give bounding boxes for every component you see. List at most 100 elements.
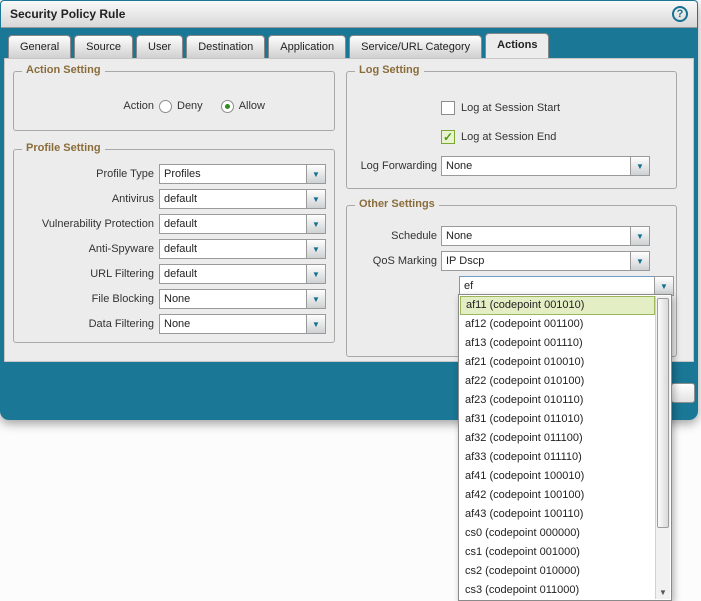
url-filtering-value: default: [164, 268, 197, 280]
qos-marking-dropdown-button[interactable]: [630, 251, 650, 271]
dropdown-item[interactable]: af13 (codepoint 001110): [460, 334, 655, 353]
log-setting-group: Log Setting Log at Session Start Log at …: [346, 71, 677, 189]
anti-spyware-value: default: [164, 243, 197, 255]
vulnerability-protection-value: default: [164, 218, 197, 230]
log-session-start-label: Log at Session Start: [461, 102, 560, 114]
dialog-titlebar: Security Policy Rule ?: [1, 1, 697, 28]
tab-general[interactable]: General: [8, 35, 71, 58]
vulnerability-protection-dropdown-button[interactable]: [306, 214, 326, 234]
dropdown-item[interactable]: af23 (codepoint 010110): [460, 391, 655, 410]
data-filtering-value: None: [164, 318, 190, 330]
qos-marking-select[interactable]: IP Dscp: [441, 251, 631, 271]
scrollbar-thumb[interactable]: [657, 298, 669, 528]
radio-allow-circle-icon: [221, 100, 234, 113]
dropdown-item[interactable]: af41 (codepoint 100010): [460, 467, 655, 486]
data-filtering-label: Data Filtering: [20, 318, 154, 330]
dropdown-item[interactable]: af43 (codepoint 100110): [460, 505, 655, 524]
log-session-start-checkbox[interactable]: [441, 101, 455, 115]
dropdown-item[interactable]: cs2 (codepoint 010000): [460, 562, 655, 581]
check-icon: [443, 130, 453, 144]
profile-type-value: Profiles: [164, 168, 201, 180]
url-filtering-label: URL Filtering: [20, 268, 154, 280]
data-filtering-select[interactable]: None: [159, 314, 307, 334]
radio-allow-label: Allow: [239, 100, 265, 112]
dscp-codepoint-input[interactable]: [459, 276, 655, 296]
data-filtering-dropdown-button[interactable]: [306, 314, 326, 334]
profile-setting-group: Profile Setting Profile Type Profiles An…: [13, 149, 335, 343]
log-session-end-label: Log at Session End: [461, 131, 556, 143]
scrollbar-down-button[interactable]: [656, 585, 670, 599]
footer-button-partially-hidden[interactable]: [671, 383, 695, 403]
tab-strip: General Source User Destination Applicat…: [0, 28, 698, 58]
file-blocking-select[interactable]: None: [159, 289, 307, 309]
dropdown-item[interactable]: af33 (codepoint 011110): [460, 448, 655, 467]
anti-spyware-select[interactable]: default: [159, 239, 307, 259]
tab-actions[interactable]: Actions: [485, 33, 549, 58]
chevron-down-icon: [312, 243, 320, 255]
antivirus-label: Antivirus: [20, 193, 154, 205]
dialog-title: Security Policy Rule: [10, 7, 672, 21]
chevron-down-icon: [312, 318, 320, 330]
help-icon[interactable]: ?: [672, 6, 688, 22]
dropdown-item[interactable]: af22 (codepoint 010100): [460, 372, 655, 391]
tab-user[interactable]: User: [136, 35, 183, 58]
radio-deny-label: Deny: [177, 100, 203, 112]
dropdown-item[interactable]: af42 (codepoint 100100): [460, 486, 655, 505]
radio-deny[interactable]: Deny: [159, 100, 203, 113]
antivirus-dropdown-button[interactable]: [306, 189, 326, 209]
file-blocking-dropdown-button[interactable]: [306, 289, 326, 309]
vulnerability-protection-select[interactable]: default: [159, 214, 307, 234]
file-blocking-value: None: [164, 293, 190, 305]
dropdown-item[interactable]: af12 (codepoint 001100): [460, 315, 655, 334]
log-forwarding-select[interactable]: None: [441, 156, 631, 176]
dropdown-item-highlighted[interactable]: af11 (codepoint 001010): [460, 296, 655, 315]
log-session-end-checkbox[interactable]: [441, 130, 455, 144]
tab-service-url-category[interactable]: Service/URL Category: [349, 35, 482, 58]
dropdown-item[interactable]: af21 (codepoint 010010): [460, 353, 655, 372]
chevron-down-icon: [660, 280, 668, 292]
schedule-label: Schedule: [353, 230, 437, 242]
tab-application[interactable]: Application: [268, 35, 346, 58]
chevron-down-icon: [636, 160, 644, 172]
antivirus-select[interactable]: default: [159, 189, 307, 209]
anti-spyware-label: Anti-Spyware: [20, 243, 154, 255]
profile-setting-legend: Profile Setting: [22, 142, 105, 154]
other-settings-legend: Other Settings: [355, 198, 439, 210]
page-background: Security Policy Rule ? General Source Us…: [0, 0, 701, 601]
chevron-down-icon: [312, 293, 320, 305]
qos-marking-label: QoS Marking: [353, 255, 437, 267]
schedule-value: None: [446, 230, 472, 242]
dropdown-scrollbar[interactable]: [655, 296, 670, 599]
tab-destination[interactable]: Destination: [186, 35, 265, 58]
tab-source[interactable]: Source: [74, 35, 133, 58]
radio-allow[interactable]: Allow: [221, 100, 265, 113]
antivirus-value: default: [164, 193, 197, 205]
log-setting-legend: Log Setting: [355, 64, 424, 76]
chevron-down-icon: [636, 230, 644, 242]
chevron-down-icon: [312, 168, 320, 180]
action-setting-group: Action Setting Action Deny Allow: [13, 71, 335, 131]
dropdown-item[interactable]: cs3 (codepoint 011000): [460, 581, 655, 600]
schedule-select[interactable]: None: [441, 226, 631, 246]
schedule-dropdown-button[interactable]: [630, 226, 650, 246]
dropdown-item[interactable]: cs0 (codepoint 000000): [460, 524, 655, 543]
dropdown-item[interactable]: af32 (codepoint 011100): [460, 429, 655, 448]
log-forwarding-label: Log Forwarding: [353, 160, 437, 172]
anti-spyware-dropdown-button[interactable]: [306, 239, 326, 259]
log-forwarding-value: None: [446, 160, 472, 172]
url-filtering-select[interactable]: default: [159, 264, 307, 284]
radio-deny-circle-icon: [159, 100, 172, 113]
profile-type-dropdown-button[interactable]: [306, 164, 326, 184]
chevron-down-icon: [636, 255, 644, 267]
profile-type-select[interactable]: Profiles: [159, 164, 307, 184]
vulnerability-protection-label: Vulnerability Protection: [20, 218, 154, 230]
url-filtering-dropdown-button[interactable]: [306, 264, 326, 284]
chevron-down-icon: [312, 268, 320, 280]
log-forwarding-dropdown-button[interactable]: [630, 156, 650, 176]
dscp-codepoint-dropdown-button[interactable]: [654, 276, 674, 296]
qos-marking-value: IP Dscp: [446, 255, 484, 267]
dscp-dropdown-list: af11 (codepoint 001010) af12 (codepoint …: [458, 294, 672, 601]
dropdown-item[interactable]: cs1 (codepoint 001000): [460, 543, 655, 562]
chevron-down-icon: [312, 193, 320, 205]
dropdown-item[interactable]: af31 (codepoint 011010): [460, 410, 655, 429]
